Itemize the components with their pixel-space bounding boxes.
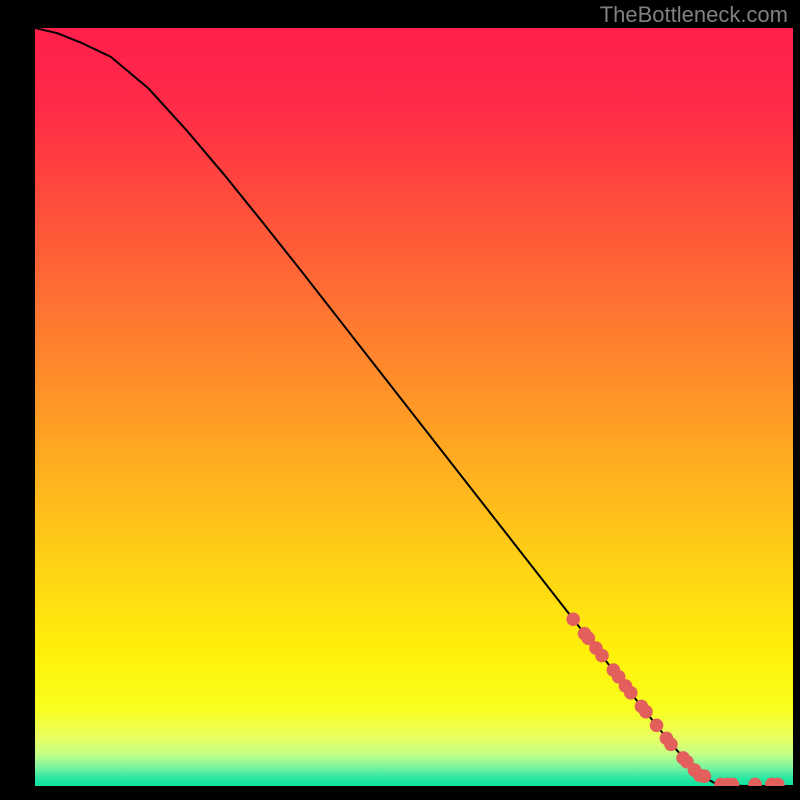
gradient-background — [35, 28, 793, 786]
watermark-label: TheBottleneck.com — [600, 2, 788, 28]
chart-frame: TheBottleneck.com — [0, 0, 800, 800]
curve-marker — [664, 738, 678, 752]
curve-marker — [639, 705, 653, 719]
curve-marker — [698, 769, 712, 783]
curve-marker — [650, 719, 664, 733]
curve-marker — [566, 612, 580, 626]
curve-marker — [624, 686, 638, 700]
chart-svg — [35, 28, 793, 786]
plot-area — [35, 28, 793, 786]
curve-marker — [595, 649, 609, 663]
